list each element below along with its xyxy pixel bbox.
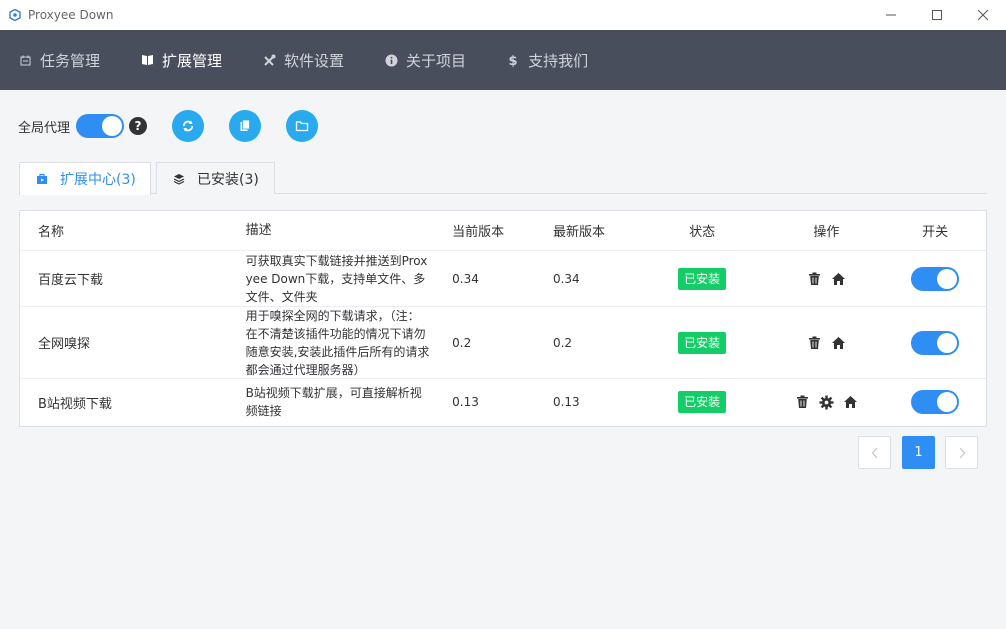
tab-label: 已安装(3): [197, 171, 259, 188]
latest-version: 0.13: [552, 395, 580, 409]
header-desc: 描述: [245, 222, 272, 238]
open-folder-button[interactable]: [286, 110, 319, 142]
extension-name: 全网嗅探: [38, 337, 91, 352]
header-name: 名称: [38, 225, 65, 240]
current-version: 0.2: [452, 335, 472, 350]
minimize-icon: [886, 14, 896, 16]
app-logo-icon: [8, 8, 22, 22]
nav-label: 关于项目: [406, 51, 467, 70]
header-latest-version: 最新版本: [552, 225, 605, 240]
extension-name: 百度云下载: [38, 273, 104, 288]
status-badge: 已安装: [678, 331, 727, 354]
global-proxy-label: 全局代理: [18, 120, 71, 136]
header-current-version: 当前版本: [452, 225, 505, 240]
maximize-button[interactable]: [914, 0, 960, 30]
chevron-right-icon: [959, 447, 965, 458]
close-icon: [977, 9, 989, 21]
tools-icon: [262, 53, 276, 67]
status-badge: 已安装: [678, 391, 727, 413]
next-page-button[interactable]: [945, 436, 978, 469]
header-ops: 操作: [813, 225, 840, 240]
nav-label: 软件设置: [284, 51, 345, 70]
home-icon[interactable]: [830, 335, 846, 351]
table-header: 名称 描述 当前版本 最新版本 状态 操作 开关: [20, 211, 986, 251]
extension-desc: 可获取真实下载链接并推送到Proxyee Down下载，支持单文件、多文件、文件…: [245, 253, 428, 304]
extension-toggle[interactable]: [911, 266, 960, 291]
refresh-button[interactable]: [172, 110, 205, 142]
extension-desc: 用于嗅探全网的下载请求，（注：在不清楚该插件功能的情况下请勿随意安装,安装此插件…: [245, 308, 430, 377]
latest-version: 0.34: [552, 271, 580, 286]
home-icon[interactable]: [842, 394, 858, 410]
nav-item-support[interactable]: $ 支持我们: [506, 30, 589, 90]
copy-button[interactable]: [229, 110, 262, 142]
chevron-left-icon: [871, 447, 877, 458]
header-state: 状态: [689, 225, 716, 240]
current-version: 0.34: [452, 271, 479, 286]
extensions-table: 名称 描述 当前版本 最新版本 状态 操作 开关 百度云下载 可获取真实下载链接…: [19, 210, 987, 427]
extension-toggle[interactable]: [911, 390, 960, 414]
nav-item-settings[interactable]: 软件设置: [262, 30, 344, 90]
table-row: 百度云下载 可获取真实下载链接并推送到Proxyee Down下载，支持单文件、…: [20, 251, 986, 307]
refresh-icon: [183, 120, 193, 132]
home-icon[interactable]: [830, 271, 846, 287]
latest-version: 0.2: [552, 335, 573, 350]
current-version: 0.13: [452, 395, 479, 409]
window-title: Proxyee Down: [28, 8, 114, 22]
page-number-button[interactable]: 1: [902, 436, 935, 469]
main-nav: 任务管理 扩展管理 软件设置 关于项目 $ 支持我们: [0, 30, 1006, 90]
nav-item-about[interactable]: 关于项目: [384, 30, 466, 90]
minimize-button[interactable]: [868, 0, 914, 30]
close-window-button[interactable]: [960, 0, 1006, 30]
help-icon[interactable]: ?: [129, 117, 148, 135]
layers-icon: [173, 173, 185, 185]
trash-icon[interactable]: [794, 394, 810, 410]
copy-icon: [240, 119, 250, 131]
dollar-icon: $: [506, 53, 520, 67]
global-proxy-toggle[interactable]: [76, 114, 125, 138]
prev-page-button[interactable]: [858, 436, 891, 469]
store-icon: [36, 173, 48, 185]
nav-item-extensions[interactable]: 扩展管理: [140, 30, 222, 90]
table-row: B站视频下载 B站视频下载扩展，可直接解析视频链接 0.13 0.13 已安装: [20, 379, 986, 425]
extension-tabs: 扩展中心(3) 已安装(3): [19, 162, 987, 195]
tab-extension-center[interactable]: 扩展中心(3): [19, 162, 151, 195]
book-icon: [140, 53, 154, 67]
status-badge: 已安装: [678, 267, 727, 290]
header-switch: 开关: [922, 225, 949, 240]
svg-text:$: $: [509, 54, 518, 67]
nav-label: 支持我们: [528, 51, 589, 70]
table-row: 全网嗅探 用于嗅探全网的下载请求，（注：在不清楚该插件功能的情况下请勿随意安装,…: [20, 307, 986, 379]
extension-name: B站视频下载: [38, 396, 112, 412]
trash-icon[interactable]: [806, 271, 822, 287]
extension-desc: B站视频下载扩展，可直接解析视频链接: [245, 386, 422, 418]
nav-item-tasks[interactable]: 任务管理: [18, 30, 100, 90]
gear-icon[interactable]: [818, 394, 834, 410]
info-icon: [384, 53, 398, 67]
maximize-icon: [932, 10, 942, 20]
nav-label: 扩展管理: [162, 51, 223, 70]
trash-icon[interactable]: [806, 335, 822, 351]
calendar-icon: [18, 53, 32, 67]
toolbar: 全局代理 ?: [18, 110, 319, 142]
tab-installed[interactable]: 已安装(3): [156, 162, 275, 194]
tab-label: 扩展中心(3): [60, 172, 136, 188]
nav-label: 任务管理: [40, 51, 101, 70]
folder-icon: [295, 121, 309, 132]
title-bar: Proxyee Down: [0, 0, 1006, 30]
extension-toggle[interactable]: [911, 330, 960, 355]
